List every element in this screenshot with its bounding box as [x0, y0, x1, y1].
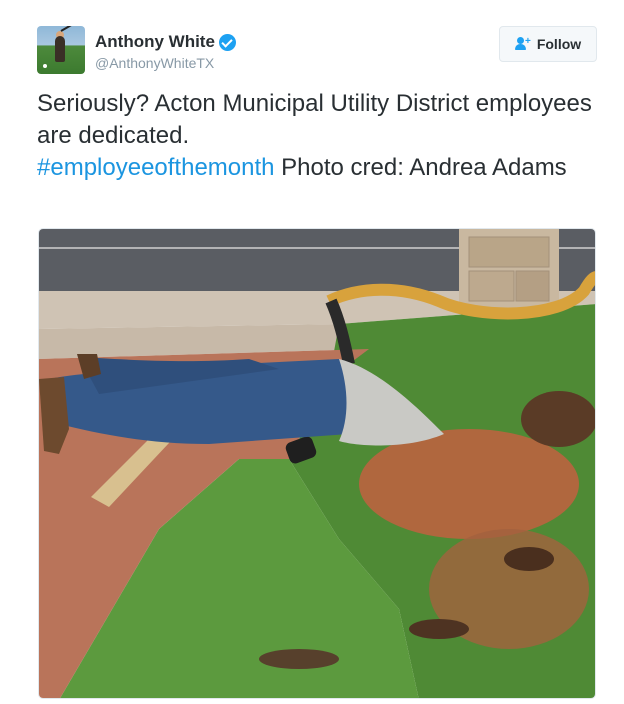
- author-avatar[interactable]: [37, 26, 85, 74]
- author-names: Anthony White @AnthonyWhiteTX: [95, 32, 236, 71]
- tweet-card: Anthony White @AnthonyWhiteTX + Follow S…: [0, 0, 624, 704]
- tweet-text: Seriously? Acton Municipal Utility Distr…: [37, 88, 597, 184]
- avatar-golf-club: [60, 26, 78, 32]
- author-name[interactable]: Anthony White: [95, 32, 215, 52]
- tweet-header: Anthony White @AnthonyWhiteTX + Follow: [37, 26, 597, 76]
- avatar-golf-ball: [43, 64, 47, 68]
- follow-button-label: Follow: [536, 36, 582, 52]
- hashtag-link[interactable]: #employeeofthemonth: [37, 154, 275, 181]
- avatar-golfer-body: [55, 36, 65, 62]
- author-fullname-link[interactable]: Anthony White: [95, 32, 236, 52]
- follow-button[interactable]: + Follow: [499, 26, 597, 62]
- author-handle[interactable]: @AnthonyWhiteTX: [95, 55, 236, 71]
- follow-person-plus-icon: +: [514, 37, 531, 51]
- verified-badge-icon: [218, 33, 236, 51]
- photo-illustration: [39, 229, 595, 698]
- tweet-photo[interactable]: [38, 228, 596, 699]
- tweet-text-part1: Seriously? Acton Municipal Utility Distr…: [37, 90, 592, 149]
- tweet-text-part2: Photo cred: Andrea Adams: [274, 154, 567, 181]
